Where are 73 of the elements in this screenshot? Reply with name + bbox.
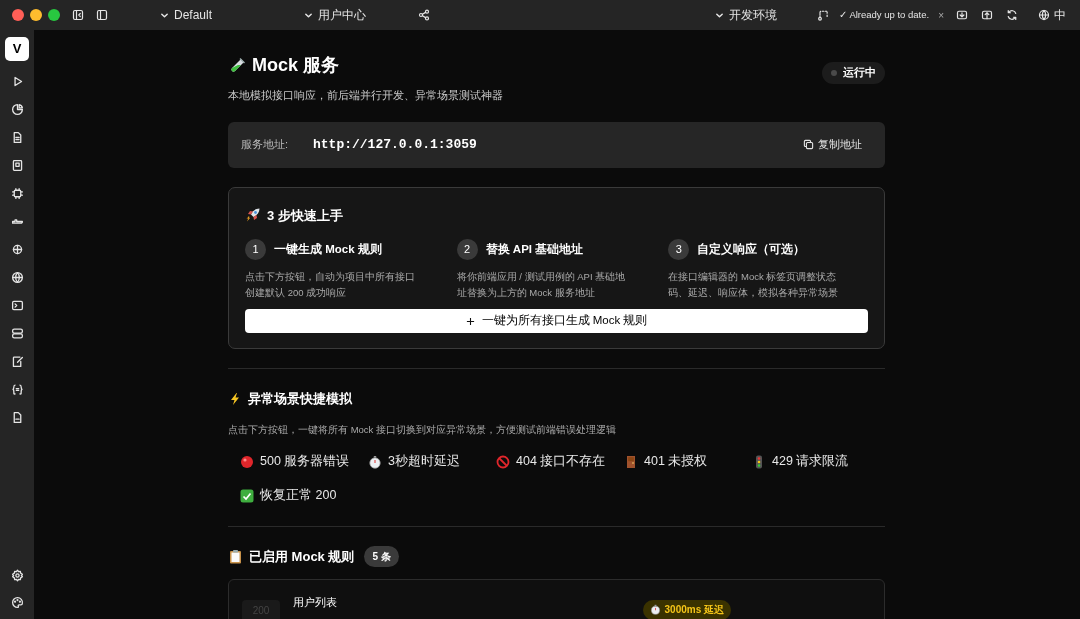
section-title: 已启用 Mock 规则	[249, 547, 355, 566]
scenario-button[interactable]: 恢复正常 200	[240, 478, 368, 513]
palette-icon[interactable]	[10, 596, 24, 609]
stopwatch-icon	[649, 604, 661, 616]
window-control-button[interactable]	[48, 9, 60, 21]
check-box-icon	[240, 488, 254, 503]
prohibited-icon	[496, 454, 510, 469]
scenario-button[interactable]: 3秒超时延迟	[368, 444, 496, 479]
window-control-button[interactable]	[30, 9, 42, 21]
section-description: 点击下方按钮，一键将所有 Mock 接口切换到对应异常场景，方便测试前端错误处理逻辑	[228, 422, 617, 437]
generate-rules-button[interactable]: 一键为所有接口生成 Mock 规则	[245, 309, 868, 333]
braces-icon[interactable]	[10, 382, 24, 396]
edit-icon[interactable]	[10, 354, 24, 368]
sidebar-icon[interactable]	[96, 9, 108, 21]
pie-chart-icon[interactable]	[10, 102, 24, 116]
test-tube-icon	[228, 56, 246, 75]
clipboard-icon	[228, 548, 243, 564]
network-icon[interactable]	[10, 242, 24, 256]
step-number: 1	[245, 239, 266, 260]
server-icon[interactable]	[10, 326, 24, 340]
step-title: 替换 API 基础地址	[485, 241, 584, 257]
form-icon[interactable]	[10, 158, 24, 172]
status-dot-icon	[831, 70, 837, 76]
sidebar-collapse-icon[interactable]	[72, 9, 84, 21]
rocket-icon	[245, 207, 261, 224]
chevron-down-icon	[304, 10, 314, 20]
step-number: 2	[456, 239, 478, 260]
scenario-button[interactable]: 429 请求限流	[752, 444, 880, 479]
chevron-down-icon	[160, 10, 169, 20]
update-status-text: ✓ Already up to date.	[839, 7, 930, 22]
step-description: 将你前端应用 / 测试用例的 API 基础地址替换为上方的 Mock 服务地址	[456, 270, 627, 300]
dropdown[interactable]: Default	[160, 6, 213, 24]
dropdown[interactable]: 用户中心	[304, 6, 367, 24]
globe-icon	[1038, 9, 1050, 21]
step-description: 点击下方按钮，自动为项目中所有接口创建默认 200 成功响应	[245, 270, 416, 300]
delay-badge: 3000ms 延迟	[642, 599, 731, 619]
rule-name: 用户列表	[293, 594, 337, 610]
step-title: 自定义响应（可选）	[697, 241, 806, 258]
scenario-button[interactable]: 404 接口不存在	[496, 444, 624, 479]
step-description: 在接口编辑器的 Mock 标签页调整状态码、延迟、响应体，模拟各种异常场景	[668, 270, 840, 300]
language-button[interactable]: 中	[1038, 6, 1066, 24]
address-url: http://127.0.0.1:3059	[313, 135, 477, 154]
upload-icon[interactable]	[981, 9, 993, 21]
close-button[interactable]: ×	[938, 7, 944, 23]
copy-button[interactable]: 复制地址	[803, 136, 862, 153]
count-badge: 5 条	[364, 545, 399, 567]
chip-icon[interactable]	[10, 186, 24, 200]
door-icon	[624, 454, 638, 469]
stopwatch-icon	[368, 454, 382, 469]
scenario-button[interactable]: 500 服务器错误	[240, 444, 368, 479]
dropdown[interactable]: 开发环境	[715, 6, 778, 24]
scenario-button[interactable]: 401 未授权	[624, 444, 752, 479]
share-icon[interactable]	[418, 9, 431, 21]
globe-icon[interactable]	[10, 270, 24, 284]
step-number: 3	[668, 239, 690, 260]
status-badge: 运行中	[822, 62, 885, 84]
window-control-button[interactable]	[12, 9, 24, 21]
branch-icon[interactable]	[817, 9, 830, 21]
download-icon[interactable]	[956, 9, 968, 21]
plus-icon	[465, 316, 475, 326]
address-label: 服务地址:	[241, 137, 290, 153]
page-subtitle: 本地模拟接口响应，前后端并行开发、异常场景测试神器	[228, 88, 503, 103]
section-title: 3 步快速上手	[267, 206, 343, 225]
settings-icon[interactable]	[10, 569, 24, 582]
copy-icon	[803, 139, 814, 150]
step-title: 一键生成 Mock 规则	[274, 241, 382, 257]
section-title: 异常场景快捷模拟	[248, 390, 352, 408]
chevron-down-icon	[715, 10, 725, 20]
page-title: Mock 服务	[252, 54, 339, 77]
app-logo[interactable]: V	[5, 37, 29, 61]
error-dot-icon	[240, 454, 254, 469]
refresh-icon[interactable]	[1006, 9, 1018, 21]
terminal-icon[interactable]	[10, 298, 24, 312]
